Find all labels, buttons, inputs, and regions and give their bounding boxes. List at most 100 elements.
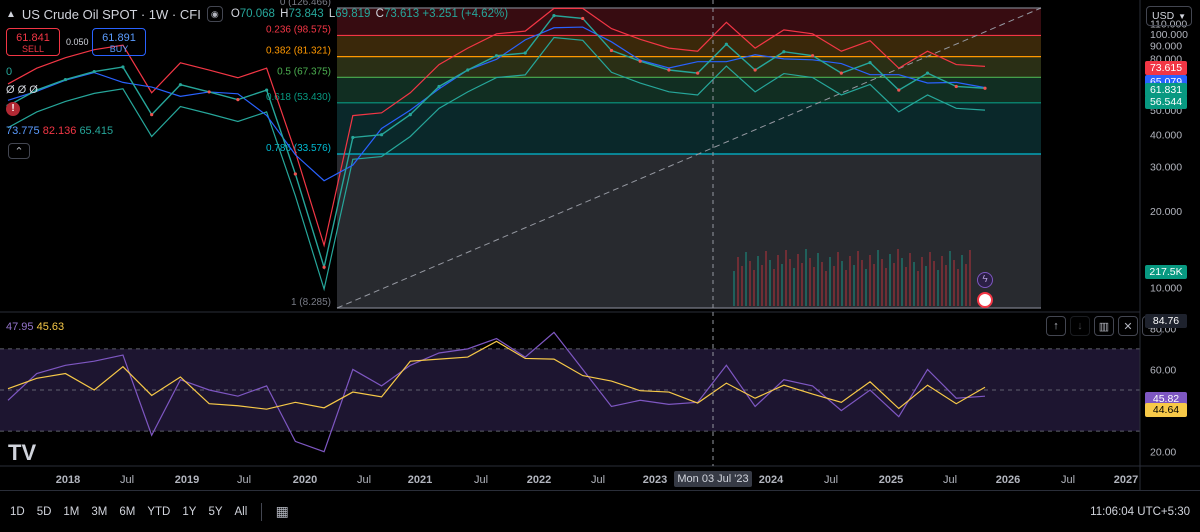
volume-bar bbox=[793, 268, 795, 306]
price-tick: 40.000 bbox=[1150, 130, 1182, 142]
timeframe-ytd[interactable]: YTD bbox=[145, 504, 172, 520]
rsi-tag: 44.64 bbox=[1145, 403, 1187, 418]
volume-bar bbox=[745, 252, 747, 306]
collapse-chevron-icon[interactable]: ▲ bbox=[6, 9, 16, 20]
volume-bar bbox=[965, 264, 967, 306]
us-flag-icon[interactable] bbox=[977, 292, 993, 308]
timeframe-all[interactable]: All bbox=[233, 504, 250, 520]
currency-select[interactable]: USD ▼ bbox=[1146, 6, 1192, 26]
rsi-tick: 60.00 bbox=[1150, 364, 1176, 376]
ohlc-readout: O70.068 H73.843 L69.819 C73.613 +3.251 (… bbox=[229, 8, 508, 20]
timeframe-6m[interactable]: 6M bbox=[117, 504, 137, 520]
volume-bar bbox=[925, 266, 927, 306]
volume-bar bbox=[801, 263, 803, 306]
price-point bbox=[265, 88, 269, 92]
symbol-title[interactable]: US Crude Oil SPOT · 1W · CFI bbox=[22, 7, 201, 22]
volume-bar bbox=[873, 264, 875, 306]
ohlc-close-value: 73.613 bbox=[383, 8, 420, 20]
clock[interactable]: 11:06:04 UTC+5:30 bbox=[1090, 506, 1190, 518]
timeframe-list: 1D 5D 1M 3M 6M YTD 1Y 5Y All bbox=[0, 504, 249, 520]
volume-bar bbox=[853, 265, 855, 306]
price-point bbox=[638, 59, 642, 63]
indicator-line-1[interactable]: 0 bbox=[6, 66, 12, 78]
price-point bbox=[150, 113, 154, 117]
chart-window: 0 (126.466) 0.236 (98.575) 0.382 (81.321) 0… bbox=[0, 0, 1200, 532]
timeframe-1d[interactable]: 1D bbox=[8, 504, 27, 520]
volume-bar bbox=[733, 271, 735, 306]
price-change: +3.251 (+4.62%) bbox=[422, 8, 509, 20]
time-tick: 2023 bbox=[643, 474, 667, 486]
tradingview-logo-icon[interactable]: TV bbox=[8, 440, 36, 466]
move-pane-up-icon[interactable]: ↑ bbox=[1046, 316, 1066, 336]
volume-bar bbox=[877, 250, 879, 306]
fib-zone-0.786 bbox=[337, 153, 1041, 308]
volume-bar bbox=[913, 262, 915, 306]
calendar-icon[interactable]: ▦ bbox=[272, 502, 292, 522]
volume-bar bbox=[753, 270, 755, 306]
time-tick: Jul bbox=[474, 474, 488, 486]
ohlc-open-value: 70.068 bbox=[239, 8, 275, 20]
fib-label-1: 1 (8.285) bbox=[291, 297, 331, 308]
ohlc-close-key: C bbox=[375, 8, 384, 20]
sell-button[interactable]: 61.841 SELL bbox=[6, 28, 60, 56]
timeframe-3m[interactable]: 3M bbox=[89, 504, 109, 520]
volume-bar bbox=[797, 254, 799, 306]
price-tick: 90.000 bbox=[1150, 40, 1182, 52]
time-tick: 2020 bbox=[293, 474, 317, 486]
volume-tag: 217.5K bbox=[1145, 265, 1187, 279]
time-tick: 2027 bbox=[1114, 474, 1138, 486]
volume-bar bbox=[785, 250, 787, 306]
volume-bar bbox=[929, 252, 931, 306]
price-point bbox=[92, 69, 96, 74]
alert-icon[interactable]: ! bbox=[6, 102, 20, 116]
volume-bar bbox=[957, 269, 959, 306]
rsi-ma-value: 45.63 bbox=[36, 321, 65, 333]
time-tick: 2021 bbox=[408, 474, 432, 486]
volume-bar bbox=[961, 255, 963, 306]
volume-bar bbox=[937, 270, 939, 306]
price-point bbox=[609, 48, 614, 53]
volume-bar bbox=[909, 253, 911, 306]
bb-upper-value: 82.136 bbox=[42, 125, 77, 137]
bb-basis-value: 73.775 bbox=[6, 125, 40, 137]
delete-pane-icon[interactable]: ▥ bbox=[1094, 316, 1114, 336]
timeframe-1m[interactable]: 1M bbox=[61, 504, 81, 520]
rsi-top-tag: 84.76 bbox=[1145, 314, 1187, 328]
price-point bbox=[581, 16, 585, 21]
time-tick: 2026 bbox=[996, 474, 1020, 486]
buy-button[interactable]: 61.891 BUY bbox=[92, 28, 146, 56]
price-point bbox=[696, 71, 700, 75]
volume-bar bbox=[897, 249, 899, 306]
indicator-line-2[interactable]: Ø Ø Ø bbox=[6, 84, 38, 96]
time-tick: 2019 bbox=[175, 474, 199, 486]
price-point bbox=[839, 71, 843, 75]
move-pane-down-icon[interactable]: ↓ bbox=[1070, 316, 1090, 336]
timeframe-5y[interactable]: 5Y bbox=[206, 504, 224, 520]
volume-bar bbox=[921, 257, 923, 306]
bb-readout[interactable]: 73.775 82.136 65.415 bbox=[6, 125, 113, 137]
price-point bbox=[379, 133, 384, 137]
time-tick: Jul bbox=[824, 474, 838, 486]
fib-retracement[interactable]: 0 (126.466)0.236 (98.575)0.382 (81.321)0… bbox=[266, 0, 1042, 309]
close-pane-icon[interactable]: ✕ bbox=[1118, 316, 1138, 336]
price-point bbox=[121, 65, 125, 69]
volume-bar bbox=[749, 261, 751, 306]
price-point bbox=[868, 61, 872, 65]
timeframe-5d[interactable]: 5D bbox=[35, 504, 54, 520]
fib-zone-0.618 bbox=[337, 102, 1041, 154]
rsi-readout[interactable]: 47.95 45.63 bbox=[6, 321, 64, 333]
eye-icon[interactable]: ◉ bbox=[206, 6, 223, 22]
price-point bbox=[753, 68, 757, 72]
collapse-legend-chevron-icon[interactable]: ⌃ bbox=[8, 143, 30, 159]
lightning-icon[interactable]: ϟ bbox=[977, 272, 993, 288]
volume-bar bbox=[861, 260, 863, 306]
price-point bbox=[552, 14, 556, 18]
price-point bbox=[236, 98, 240, 102]
time-tick: Jul bbox=[237, 474, 251, 486]
ohlc-open-key: O bbox=[230, 8, 240, 20]
volume-bar bbox=[833, 266, 835, 306]
price-point bbox=[724, 42, 728, 46]
volume-bar bbox=[777, 255, 779, 306]
chart-canvas[interactable]: 0 (126.466)0.236 (98.575)0.382 (81.321)0… bbox=[0, 0, 1200, 490]
timeframe-1y[interactable]: 1Y bbox=[180, 504, 198, 520]
